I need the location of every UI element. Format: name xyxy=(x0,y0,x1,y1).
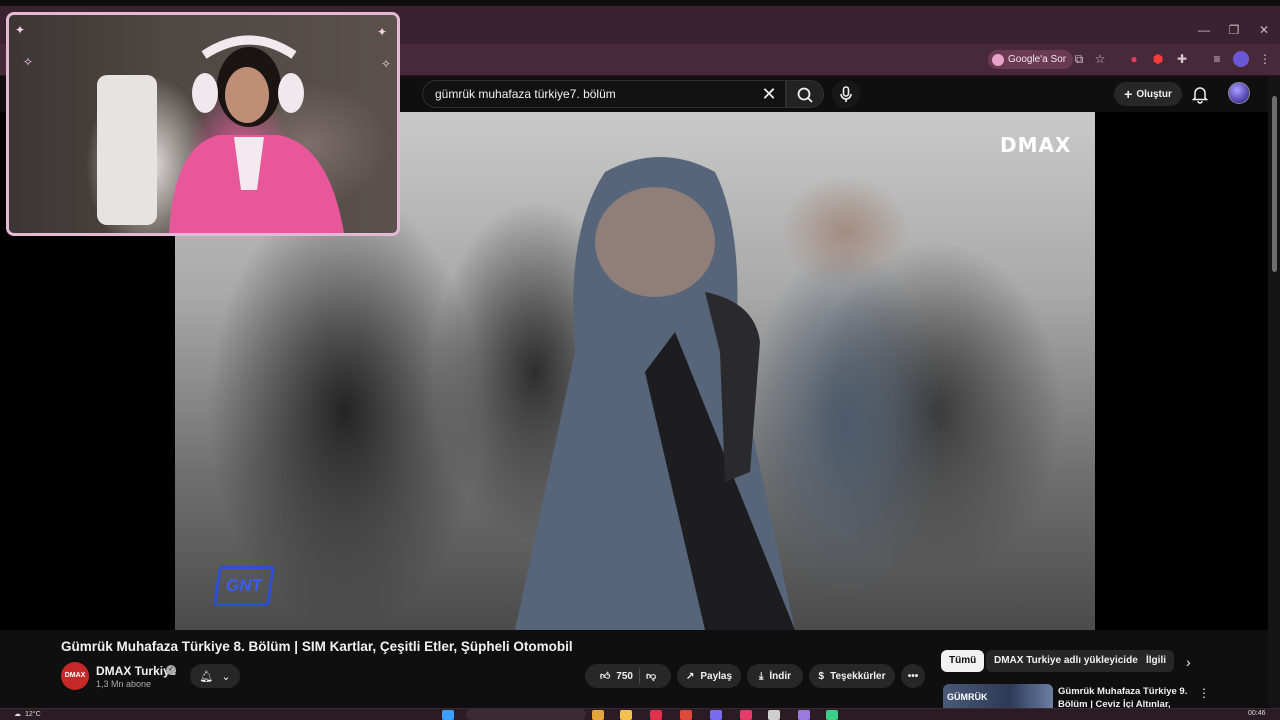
dislike-button[interactable]: 👎︎ xyxy=(646,670,656,682)
sparkle-decoration-icon: ✧ xyxy=(23,55,34,69)
bookmark-star-icon[interactable]: ☆ xyxy=(1092,51,1108,67)
weather-widget[interactable]: ☁ 12°C xyxy=(14,710,41,719)
streamer-webcam-overlay: ✦ ✧ ✦ ✧ xyxy=(6,12,400,236)
sparkle-decoration-icon: ✧ xyxy=(381,57,392,71)
taskbar-app-icon[interactable] xyxy=(798,710,810,720)
search-query-text: gümrük muhafaza türkiye7. bölüm xyxy=(435,87,616,101)
subscription-bell-button[interactable]: 🔔︎ ⌄ xyxy=(190,664,240,688)
thumbs-down-icon: 👎︎ xyxy=(645,671,657,682)
notifications-button[interactable] xyxy=(1190,84,1210,104)
like-count: 750 xyxy=(616,670,633,682)
voice-search-button[interactable] xyxy=(832,80,860,108)
channel-name[interactable]: DMAX Turkiye xyxy=(96,664,176,678)
minimize-icon[interactable]: — xyxy=(1194,22,1214,38)
taskbar-app-icon[interactable] xyxy=(650,710,662,720)
search-button[interactable] xyxy=(786,80,824,108)
cloud-icon: ☁ xyxy=(14,711,21,718)
browser-menu-icon[interactable]: ⋮ xyxy=(1257,51,1273,67)
chevron-right-icon[interactable]: › xyxy=(1186,654,1200,670)
more-horizontal-icon: ••• xyxy=(907,670,919,682)
verified-badge-icon: ✓ xyxy=(166,665,176,675)
discord-icon[interactable] xyxy=(710,710,722,720)
media-controls-icon[interactable]: ≡ xyxy=(1209,51,1225,67)
close-window-icon[interactable]: ✕ xyxy=(1254,22,1274,38)
extension-shield-icon[interactable]: ⬢ xyxy=(1150,51,1166,67)
taskbar-clock[interactable]: 00:46 xyxy=(1248,710,1266,717)
scrollbar-thumb[interactable] xyxy=(1272,96,1277,272)
bell-icon: 🔔︎ xyxy=(199,670,214,683)
search-input[interactable]: gümrük muhafaza türkiye7. bölüm xyxy=(422,80,786,108)
dmax-watermark: DMAX xyxy=(1000,133,1072,157)
more-vertical-icon[interactable]: ⋮ xyxy=(1198,686,1210,700)
gnt-corner-logo: GNT xyxy=(213,566,275,606)
google-ask-label: Google'a Sor xyxy=(1008,54,1067,65)
thumbs-up-icon: 👍︎ xyxy=(599,671,611,682)
windows-start-icon[interactable] xyxy=(442,710,454,720)
chrome-icon[interactable] xyxy=(680,710,692,720)
google-ask-button[interactable]: Google'a Sor xyxy=(988,50,1074,69)
like-divider xyxy=(638,668,640,684)
sparkle-decoration-icon: ✦ xyxy=(377,25,388,39)
google-lens-icon xyxy=(992,53,1004,66)
download-icon: ⤓ xyxy=(758,670,764,682)
subscriber-count: 1,3 Mn abone xyxy=(96,679,152,689)
like-button[interactable]: 👍︎ 750 xyxy=(599,670,633,683)
extension-red-icon[interactable]: ● xyxy=(1126,51,1142,67)
share-button[interactable]: ↗ Paylaş xyxy=(677,664,741,688)
more-actions-button[interactable]: ••• xyxy=(901,664,925,688)
restore-icon[interactable]: ❐ xyxy=(1224,22,1244,38)
chip-related[interactable]: İlgili xyxy=(1138,650,1174,672)
steam-icon[interactable] xyxy=(768,710,780,720)
create-button[interactable]: + Oluştur xyxy=(1114,82,1182,106)
streamer-figure xyxy=(97,35,344,233)
extensions-puzzle-icon[interactable]: ✚ xyxy=(1174,51,1190,67)
taskbar-app-icon[interactable] xyxy=(592,710,604,720)
channel-avatar[interactable]: DMAX xyxy=(61,662,89,690)
download-label: İndir xyxy=(769,670,792,682)
thumbnail-text: GÜMRÜK xyxy=(947,692,988,702)
taskbar-search[interactable] xyxy=(466,709,586,720)
sparkle-decoration-icon: ✦ xyxy=(15,23,26,37)
profile-icon[interactable] xyxy=(1233,51,1249,67)
video-title: Gümrük Muhafaza Türkiye 8. Bölüm | SIM K… xyxy=(61,639,573,654)
microphone-icon xyxy=(840,86,852,102)
windows-taskbar xyxy=(0,708,1280,720)
chip-all[interactable]: Tümü xyxy=(941,650,985,672)
chip-from-uploader[interactable]: DMAX Turkiye adlı yükleyiciden xyxy=(986,650,1152,672)
taskbar-app-icon[interactable] xyxy=(826,710,838,720)
like-dislike-group: 👍︎ 750 👎︎ xyxy=(585,664,671,688)
thanks-button[interactable]: $ Teşekkürler xyxy=(809,664,895,688)
download-button[interactable]: ⤓ İndir xyxy=(747,664,803,688)
search-icon xyxy=(797,87,813,103)
bell-icon xyxy=(1191,87,1209,104)
temperature: 12°C xyxy=(25,710,41,718)
browser-top-edge xyxy=(0,0,1280,6)
veiled-person-figure xyxy=(515,157,795,630)
plus-icon: + xyxy=(1124,86,1133,102)
clear-search-icon[interactable]: ✕ xyxy=(759,84,779,104)
thanks-label: Teşekkürler xyxy=(830,670,886,682)
install-app-icon[interactable]: ⧉ xyxy=(1071,51,1087,67)
create-label: Oluştur xyxy=(1136,88,1172,100)
account-avatar[interactable] xyxy=(1228,82,1250,104)
super-thanks-icon: $ xyxy=(818,670,825,682)
taskbar-app-icon[interactable] xyxy=(740,710,752,720)
folder-icon[interactable] xyxy=(620,710,632,720)
chevron-down-icon: ⌄ xyxy=(221,670,231,683)
share-icon: ↗ xyxy=(685,670,695,682)
share-label: Paylaş xyxy=(700,670,733,682)
